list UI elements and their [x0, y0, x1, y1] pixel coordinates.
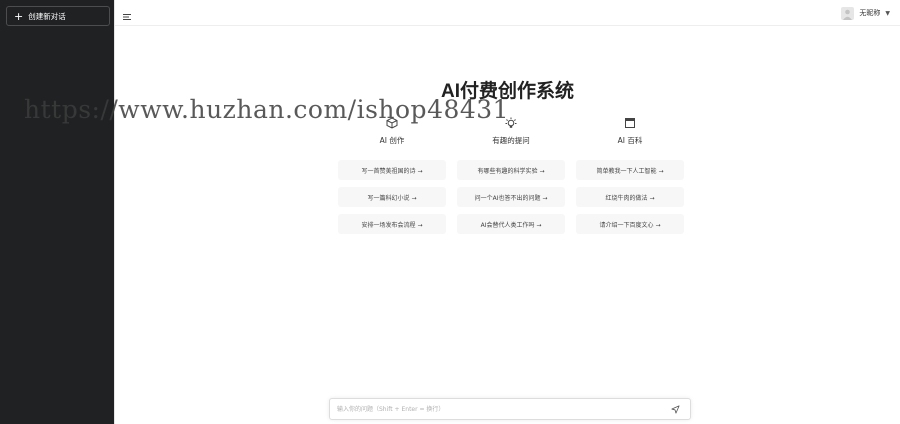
new-chat-button[interactable]: + 创建新对话 — [6, 6, 110, 26]
plus-icon: + — [14, 9, 24, 23]
prompt-card[interactable]: 红烧牛肉的做法 → — [576, 187, 684, 207]
prompt-card[interactable]: 安排一场发布会流程 → — [338, 214, 446, 234]
chat-input-box — [329, 398, 691, 420]
prompt-card[interactable]: 请介绍一下百度文心 → — [576, 214, 684, 234]
cube-icon — [386, 116, 398, 130]
column-ai-encyclopedia: AI 百科 简单教我一下人工智能 → 红烧牛肉的做法 → 请介绍一下百度文心 → — [576, 116, 684, 241]
topbar: 无昵称 ▼ — [115, 0, 900, 26]
new-chat-label: 创建新对话 — [28, 11, 66, 21]
prompt-card[interactable]: AI会替代人类工作吗 → — [457, 214, 565, 234]
send-icon[interactable] — [668, 402, 682, 416]
column-ai-create: AI 创作 写一首赞美祖国的诗 → 写一篇科幻小说 → 安排一场发布会流程 → — [338, 116, 446, 241]
chat-input[interactable] — [330, 399, 668, 419]
sidebar: + 创建新对话 — [0, 0, 115, 424]
username: 无昵称 — [859, 9, 881, 17]
prompt-card[interactable]: 有哪些有趣的科学实验 → — [457, 160, 565, 180]
prompt-card[interactable]: 写一首赞美祖国的诗 → — [338, 160, 446, 180]
column-title: AI 百科 — [617, 136, 643, 145]
avatar — [841, 6, 855, 20]
prompt-card[interactable]: 写一篇科幻小说 → — [338, 187, 446, 207]
menu-toggle-icon[interactable] — [122, 7, 132, 20]
prompt-card[interactable]: 问一个AI也答不出的问题 → — [457, 187, 565, 207]
page-title: AI付费创作系统 — [440, 81, 574, 102]
main-area: AI付费创作系统 AI 创作 写一首赞美祖国的诗 → 写一篇科幻小说 → 安排一… — [115, 26, 900, 424]
prompt-card[interactable]: 简单教我一下人工智能 → — [576, 160, 684, 180]
suggestion-columns: AI 创作 写一首赞美祖国的诗 → 写一篇科幻小说 → 安排一场发布会流程 → … — [338, 116, 684, 241]
app: + 创建新对话 无昵称 ▼ AI付费创作系统 AI 创作 写一首赞美祖国的诗 →… — [0, 0, 900, 424]
book-icon — [624, 116, 636, 130]
column-title: AI 创作 — [379, 136, 405, 145]
user-menu[interactable]: 无昵称 ▼ — [841, 5, 890, 21]
column-title: 有趣的提问 — [492, 136, 530, 145]
caret-down-icon: ▼ — [885, 9, 890, 17]
lightbulb-icon — [504, 116, 518, 130]
column-fun-questions: 有趣的提问 有哪些有趣的科学实验 → 问一个AI也答不出的问题 → AI会替代人… — [457, 116, 565, 241]
